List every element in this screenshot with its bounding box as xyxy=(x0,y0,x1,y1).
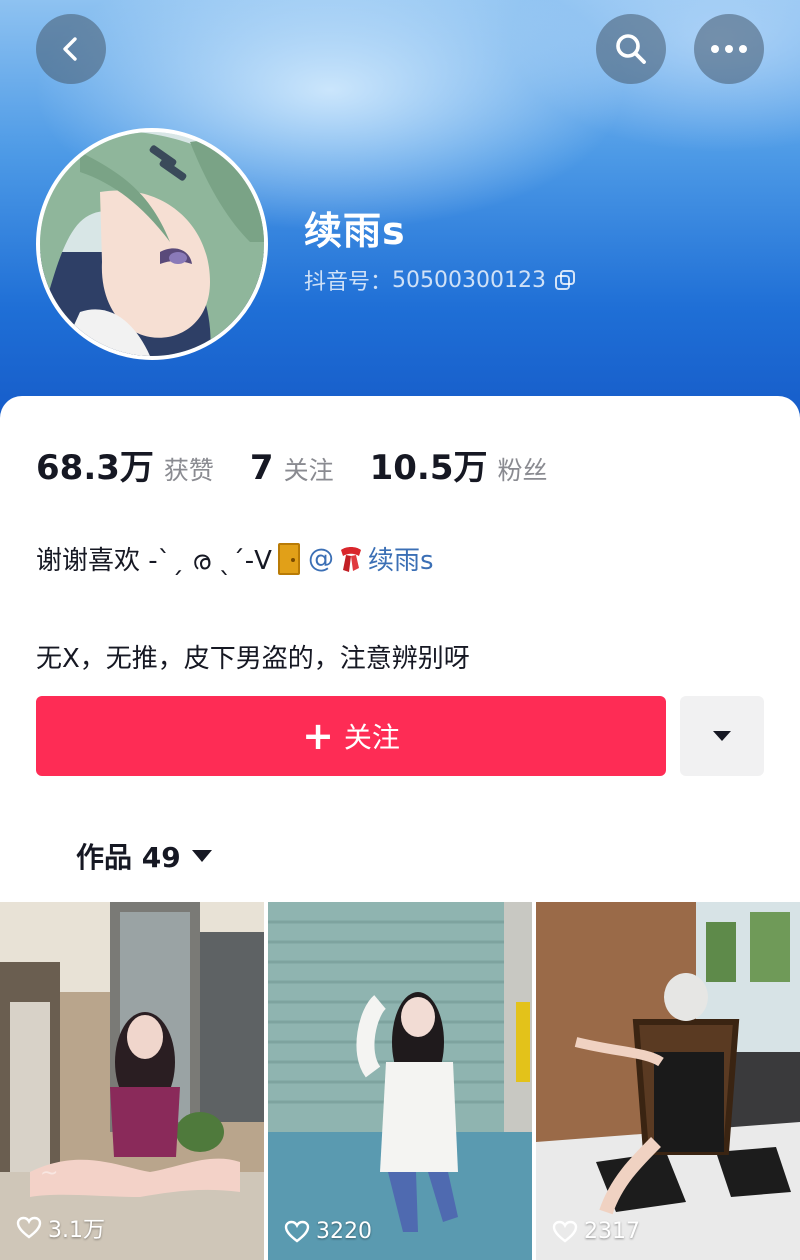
plus-icon: + xyxy=(302,714,334,758)
mention-at: @ xyxy=(307,543,334,574)
avatar-image xyxy=(40,132,264,356)
chevron-left-icon xyxy=(63,37,77,61)
video-likes: 3.1万 xyxy=(16,1212,105,1244)
door-emoji-icon xyxy=(277,542,300,575)
stat-following[interactable]: 7 关注 xyxy=(250,448,334,488)
stat-followers-value: 10.5万 xyxy=(369,448,488,488)
heart-icon xyxy=(552,1220,578,1243)
douyin-id-label: 抖音号： xyxy=(304,270,393,295)
stat-following-value: 7 xyxy=(249,448,274,488)
caret-down-icon xyxy=(713,731,731,741)
video-thumbnail[interactable]: 2317 xyxy=(536,902,800,1260)
heart-icon xyxy=(284,1220,310,1243)
stat-followers-label: 粉丝 xyxy=(497,456,548,485)
heart-icon xyxy=(16,1216,42,1239)
douyin-id: 抖音号： 50500300123 xyxy=(304,264,576,296)
watermark: ~ xyxy=(40,1161,59,1186)
profile-stats: 68.3万 获赞 7 关注 10.5万 粉丝 xyxy=(36,440,584,489)
more-icon xyxy=(711,45,747,53)
video-cover-image xyxy=(0,902,264,1260)
bio-line-1: 谢谢喜欢 -ˋˏ ര ˎˊ-V @ 续雨s xyxy=(36,540,434,577)
tab-works[interactable]: 作品 49 xyxy=(76,836,213,876)
copy-icon[interactable] xyxy=(554,269,576,291)
bio-text: 谢谢喜欢 -ˋˏ ര ˎˊ-V xyxy=(36,546,272,576)
stat-following-label: 关注 xyxy=(283,456,334,485)
video-grid: ~ 3.1万 3220 2317 xyxy=(0,902,800,1260)
video-likes: 3220 xyxy=(284,1219,372,1244)
recommend-dropdown-button[interactable] xyxy=(680,696,764,776)
profile-name: 续雨s xyxy=(304,209,406,253)
stat-likes-label: 获赞 xyxy=(163,456,214,485)
video-likes-count: 3220 xyxy=(316,1219,372,1244)
video-thumbnail[interactable]: 3220 xyxy=(268,902,532,1260)
stat-likes[interactable]: 68.3万 获赞 xyxy=(36,440,214,489)
video-thumbnail[interactable]: ~ 3.1万 xyxy=(0,902,264,1260)
avatar[interactable] xyxy=(36,128,268,360)
search-icon xyxy=(616,34,646,64)
stat-followers[interactable]: 10.5万 粉丝 xyxy=(370,440,548,489)
mention-link[interactable]: 续雨s xyxy=(368,540,434,577)
bio-line-2: 无X，无推，皮下男盗的，注意辨别呀 xyxy=(36,644,470,674)
back-button[interactable] xyxy=(36,14,106,84)
more-button[interactable] xyxy=(694,14,764,84)
tab-works-label: 作品 49 xyxy=(76,841,181,874)
video-likes: 2317 xyxy=(552,1219,640,1244)
scarf-emoji-icon xyxy=(340,546,361,572)
follow-button-label: 关注 xyxy=(343,721,400,754)
video-likes-count: 2317 xyxy=(584,1219,640,1244)
douyin-id-value: 50500300123 xyxy=(392,267,546,293)
stat-likes-value: 68.3万 xyxy=(36,448,154,488)
follow-button[interactable]: + 关注 xyxy=(36,696,666,776)
video-likes-count: 3.1万 xyxy=(48,1218,105,1243)
video-cover-image xyxy=(536,902,800,1260)
search-button[interactable] xyxy=(596,14,666,84)
caret-down-icon xyxy=(191,850,212,862)
video-cover-image xyxy=(268,902,532,1260)
